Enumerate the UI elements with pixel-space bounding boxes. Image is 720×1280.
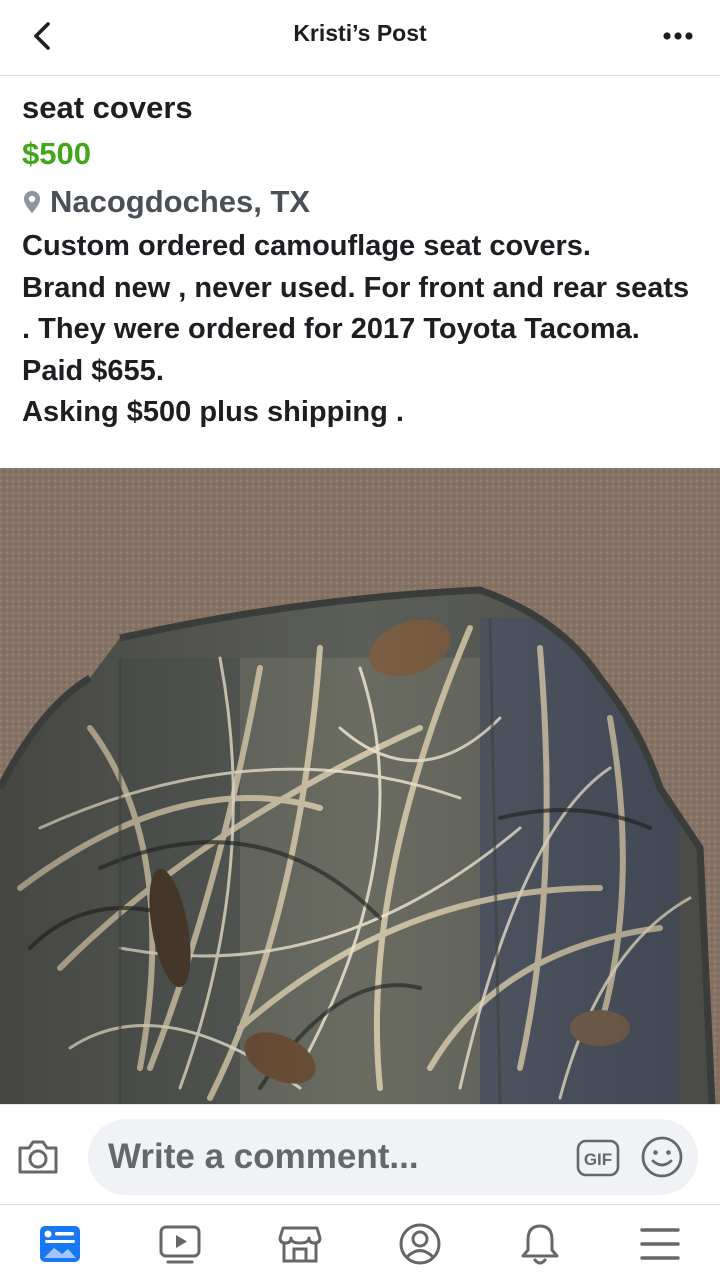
location-label: Nacogdoches, TX [50, 184, 311, 219]
top-bar: Kristi’s Post [0, 0, 720, 76]
listing-price: $500 [22, 136, 91, 171]
comment-placeholder: Write a comment... [108, 1137, 419, 1176]
tab-marketplace[interactable] [275, 1219, 325, 1269]
gif-label: GIF [584, 1150, 612, 1169]
comment-input[interactable]: Write a comment... GIF [88, 1119, 698, 1195]
watch-icon [159, 1225, 201, 1264]
menu-icon [640, 1228, 680, 1260]
tab-news-feed[interactable] [35, 1219, 85, 1269]
profile-icon [399, 1223, 441, 1265]
marketplace-icon [278, 1226, 322, 1263]
notifications-icon [521, 1224, 559, 1265]
more-options-button[interactable] [658, 16, 698, 56]
bottom-tab-bar [0, 1204, 720, 1280]
gif-button[interactable]: GIF [576, 1139, 620, 1177]
more-dots-icon [663, 32, 693, 40]
tab-watch[interactable] [155, 1219, 205, 1269]
seat-cover-image [0, 468, 720, 1104]
emoji-button[interactable] [640, 1135, 684, 1179]
listing-photo[interactable] [0, 468, 720, 1104]
news-feed-icon [40, 1226, 80, 1262]
camera-icon [18, 1140, 58, 1174]
tab-profile[interactable] [395, 1219, 445, 1269]
listing-details: seat covers $500 Nacogdoches, TX Custom … [0, 78, 720, 434]
emoji-icon [641, 1136, 683, 1178]
listing-location[interactable]: Nacogdoches, TX [22, 180, 698, 224]
tab-notifications[interactable] [515, 1219, 565, 1269]
listing-title: seat covers [22, 90, 193, 125]
page-title: Kristi’s Post [293, 20, 427, 46]
listing-description: Custom ordered camouflage seat covers. B… [22, 230, 690, 428]
location-pin-icon [22, 188, 44, 216]
tab-menu[interactable] [635, 1219, 685, 1269]
comment-composer: Write a comment... GIF [0, 1104, 720, 1204]
camera-button[interactable] [14, 1135, 62, 1179]
gif-icon: GIF [576, 1139, 620, 1177]
